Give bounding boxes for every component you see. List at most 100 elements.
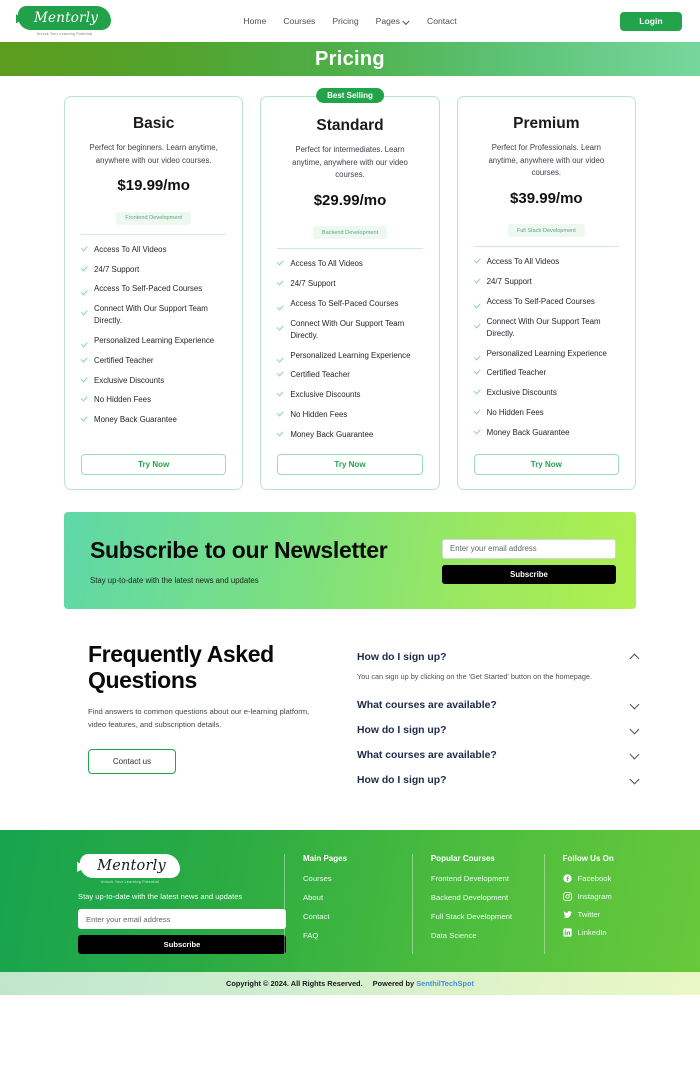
faq-question-row[interactable]: How do I sign up?	[357, 718, 640, 743]
faq-question-row[interactable]: How do I sign up?	[357, 645, 640, 670]
try-now-button[interactable]: Try Now	[81, 454, 227, 476]
footer-subscribe-button[interactable]: Subscribe	[78, 935, 286, 955]
plan-feature: Certified Teacher	[277, 369, 422, 381]
faq-question-row[interactable]: What courses are available?	[357, 693, 640, 718]
try-now-button[interactable]: Try Now	[473, 454, 619, 476]
plan-tag: Backend Development	[312, 226, 388, 240]
plan-title: Premium	[513, 115, 580, 132]
site-logo[interactable]: Mentorly Unlock Your Learning Potential	[18, 6, 112, 36]
plan-feature-label: Access To Self-Paced Courses	[94, 284, 203, 294]
powered-by-prefix: Powered by	[372, 979, 415, 989]
card-divider	[473, 246, 619, 248]
card-divider	[277, 248, 423, 250]
plan-tag: Full Stack Development	[507, 224, 585, 238]
plan-feature-list: Access To All Videos 24/7 Support Access T…	[277, 258, 422, 448]
plan-feature: 24/7 Support	[474, 276, 619, 288]
social-link-instagram[interactable]: Instagram	[562, 891, 640, 901]
social-link-linkedin[interactable]: LinkedIn	[562, 927, 640, 937]
social-label: Twitter	[577, 909, 601, 919]
newsletter-email-input[interactable]	[442, 538, 616, 559]
social-label: LinkedIn	[577, 927, 607, 937]
chevron-down-icon[interactable]	[629, 725, 640, 736]
pricing-card-standard: Best Selling Standard Perfect for intermed…	[260, 88, 440, 491]
footer-link-contact[interactable]: Contact	[303, 912, 406, 921]
try-now-button[interactable]: Try Now	[277, 454, 423, 476]
footer-link-full-stack-development[interactable]: Full Stack Development	[431, 912, 538, 921]
plan-feature: Connect With Our Support Team Directly.	[277, 318, 422, 343]
footer-brand: Mentorly Unlock Your Learning Potential …	[60, 853, 286, 955]
plan-tag-wrap: Full Stack Development	[474, 219, 619, 238]
contact-us-button[interactable]: Contact us	[88, 748, 176, 774]
check-icon	[277, 369, 284, 378]
check-icon	[81, 394, 88, 403]
page-title: Pricing	[315, 47, 385, 70]
newsletter-form: Subscribe	[442, 538, 616, 584]
check-icon	[81, 355, 88, 364]
plan-feature: Access To All Videos	[81, 244, 226, 256]
chevron-up-icon[interactable]	[629, 652, 640, 663]
login-button[interactable]: Login	[620, 11, 682, 31]
page-banner: Pricing	[0, 42, 700, 76]
plan-feature-label: Money Back Guarantee	[290, 429, 374, 439]
check-icon	[277, 318, 284, 327]
plan-price: $19.99/mo	[117, 177, 190, 195]
nav-item-home[interactable]: Home	[243, 16, 266, 26]
nav-item-courses[interactable]: Courses	[283, 16, 315, 26]
plan-feature: No Hidden Fees	[474, 407, 619, 419]
plan-feature-label: No Hidden Fees	[290, 409, 348, 419]
plan-feature: Certified Teacher	[81, 355, 226, 367]
site-footer: Mentorly Unlock Your Learning Potential …	[0, 829, 700, 973]
best-selling-badge: Best Selling	[316, 88, 384, 103]
footer-link-courses[interactable]: Courses	[303, 874, 406, 883]
nav-item-pages[interactable]: Pages	[376, 16, 410, 26]
nav-item-contact[interactable]: Contact	[427, 16, 457, 26]
powered-by-brand-link[interactable]: SenthilTechSpot	[416, 979, 474, 988]
plan-feature-label: Exclusive Discounts	[486, 388, 557, 398]
site-header: Mentorly Unlock Your Learning Potential …	[0, 0, 700, 42]
check-icon	[277, 409, 284, 418]
check-icon	[81, 335, 88, 344]
plan-feature: No Hidden Fees	[81, 394, 226, 406]
newsletter-subscribe-button[interactable]: Subscribe	[442, 564, 616, 584]
plan-feature-label: Certified Teacher	[290, 370, 350, 380]
footer-column-title: Popular Courses	[430, 853, 495, 863]
footer-logo[interactable]: Mentorly Unlock Your Learning Potential	[78, 853, 182, 884]
plan-tag: Frontend Development	[116, 211, 192, 225]
faq-question: How do I sign up?	[357, 724, 447, 736]
chevron-down-icon[interactable]	[629, 700, 640, 711]
faq-subtitle: Find answers to common questions about o…	[88, 707, 310, 730]
plan-feature-list: Access To All Videos 24/7 Support Access T…	[474, 256, 619, 448]
footer-link-faq[interactable]: FAQ	[303, 931, 406, 940]
social-link-twitter[interactable]: Twitter	[563, 910, 640, 919]
footer-logo-tagline: Unlock Your Learning Potential	[100, 879, 160, 884]
check-icon	[474, 387, 481, 396]
facebook-icon	[562, 874, 572, 883]
nav-item-pricing[interactable]: Pricing	[332, 16, 358, 26]
plan-feature: Access To Self-Paced Courses	[277, 298, 422, 310]
check-icon	[474, 407, 481, 416]
footer-link-data-science[interactable]: Data Science	[431, 931, 538, 940]
social-label: Instagram	[577, 891, 612, 901]
check-icon	[474, 427, 481, 436]
footer-link-frontend-development[interactable]: Frontend Development	[431, 874, 538, 883]
footer-link-backend-development[interactable]: Backend Development	[431, 893, 538, 902]
plan-feature-label: Access To All Videos	[290, 259, 363, 269]
chevron-down-icon[interactable]	[629, 775, 640, 786]
plan-feature-label: Certified Teacher	[486, 368, 547, 378]
plan-feature: Access To All Videos	[277, 258, 422, 270]
faq-question-row[interactable]: How do I sign up?	[357, 768, 640, 793]
footer-link-about[interactable]: About	[303, 893, 406, 902]
faq-item: How do I sign up?	[357, 768, 640, 793]
nav-label: Courses	[283, 16, 316, 26]
newsletter-text: Subscribe to our Newsletter Stay up-to-d…	[90, 537, 442, 585]
newsletter-section: Subscribe to our Newsletter Stay up-to-d…	[64, 512, 636, 610]
plan-description: Perfect for intermediates. Learn anytime…	[292, 145, 408, 180]
check-icon	[277, 350, 284, 359]
footer-logo-text: Mentorly	[97, 857, 166, 874]
faq-question-row[interactable]: What courses are available?	[357, 743, 640, 768]
chevron-down-icon[interactable]	[629, 750, 640, 761]
plan-feature: No Hidden Fees	[277, 409, 422, 421]
powered-by: Powered by SenthilTechSpot	[373, 979, 474, 988]
footer-email-input[interactable]	[78, 909, 286, 930]
social-link-facebook[interactable]: Facebook	[562, 874, 640, 883]
